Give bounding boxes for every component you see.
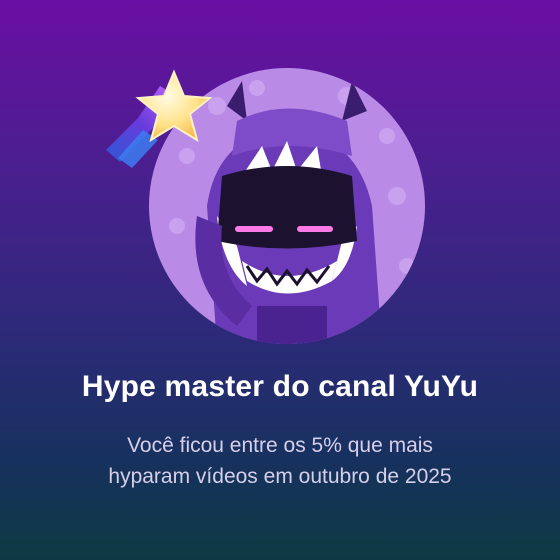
shooting-star-icon xyxy=(98,58,228,178)
hype-achievement-card: Hype master do canal YuYu Você ficou ent… xyxy=(0,0,560,560)
description-line-2: hyparam vídeos em outubro de 2025 xyxy=(108,465,452,488)
achievement-title: Hype master do canal YuYu xyxy=(81,370,479,403)
description-line-1: Você ficou entre os 5% que mais xyxy=(127,434,433,457)
achievement-description: Você ficou entre os 5% que mais hyparam … xyxy=(60,430,500,492)
